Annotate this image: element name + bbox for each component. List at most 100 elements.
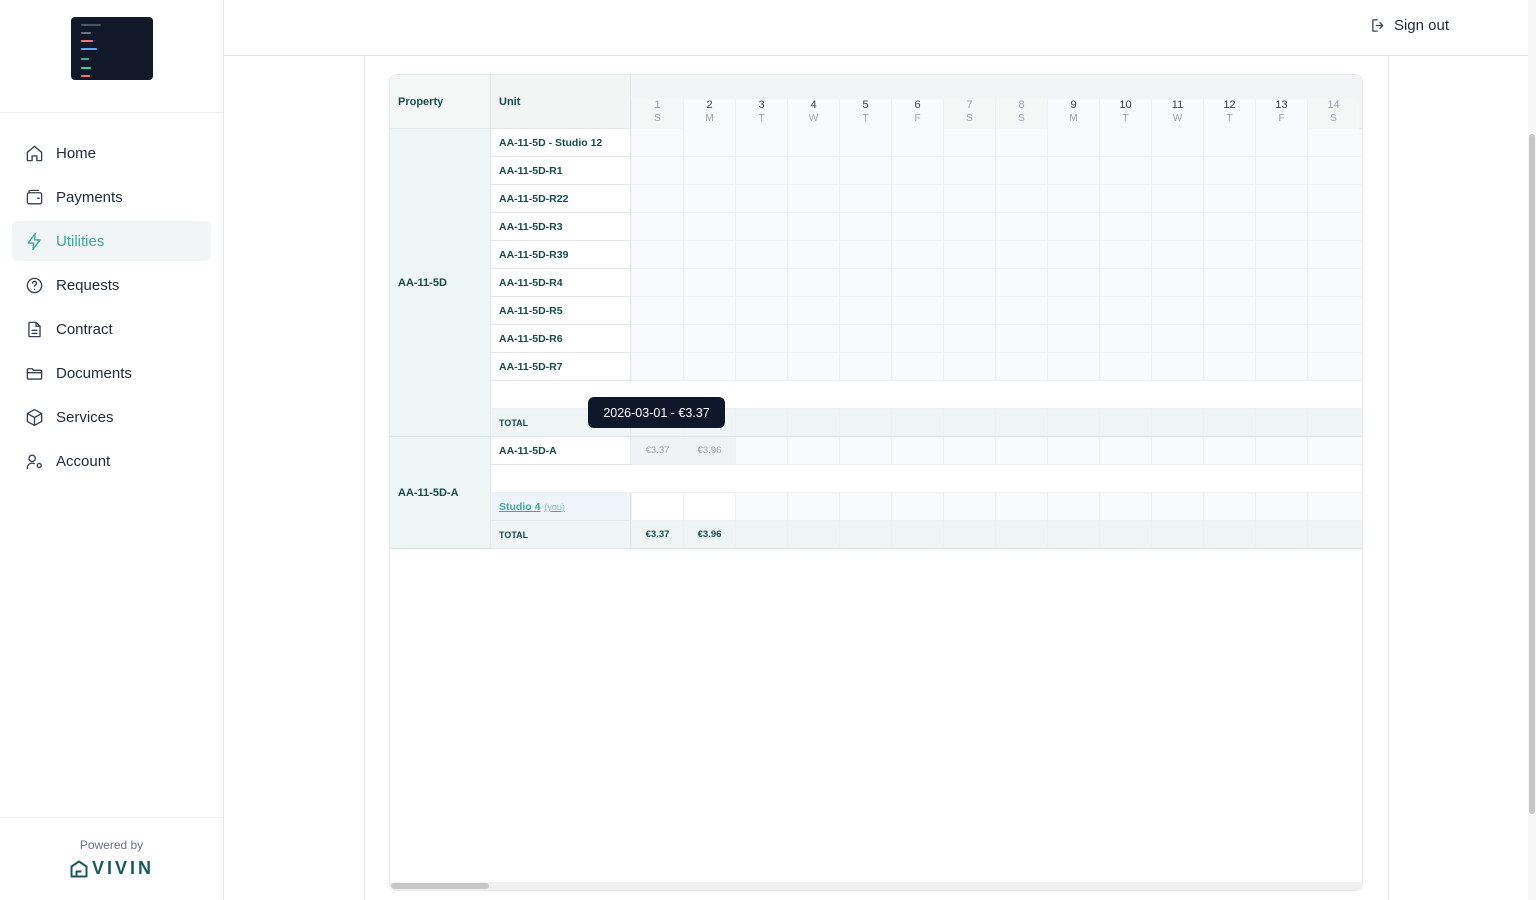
day-cell[interactable] <box>1307 353 1359 380</box>
day-cell[interactable] <box>787 213 839 240</box>
day-cell[interactable] <box>1099 353 1151 380</box>
day-cell[interactable] <box>735 129 787 156</box>
day-cell[interactable] <box>839 129 891 156</box>
day-cell[interactable] <box>1151 493 1203 520</box>
day-cell[interactable] <box>787 437 839 464</box>
day-cell[interactable] <box>1203 409 1255 436</box>
day-cell[interactable] <box>1203 521 1255 548</box>
day-cell[interactable] <box>943 157 995 184</box>
day-cell[interactable] <box>891 437 943 464</box>
my-unit-link[interactable]: Studio 4 (you) <box>491 493 631 521</box>
day-cell[interactable] <box>995 241 1047 268</box>
day-cell[interactable] <box>1307 493 1359 520</box>
day-cell[interactable] <box>943 409 995 436</box>
unit-cell[interactable]: AA-11-5D-R1 <box>491 157 631 185</box>
day-cell[interactable] <box>631 493 683 520</box>
day-cell[interactable] <box>1203 437 1255 464</box>
day-cell[interactable] <box>735 157 787 184</box>
day-cell[interactable] <box>891 325 943 352</box>
day-cell[interactable] <box>787 325 839 352</box>
day-cell[interactable] <box>891 213 943 240</box>
day-cell[interactable] <box>787 129 839 156</box>
day-cell[interactable] <box>995 353 1047 380</box>
day-cell[interactable] <box>1151 129 1203 156</box>
day-cell[interactable] <box>735 297 787 324</box>
day-cell[interactable] <box>1255 157 1307 184</box>
day-cell[interactable] <box>1047 241 1099 268</box>
day-cell[interactable]: €3.96 <box>683 437 735 464</box>
day-cell[interactable] <box>839 409 891 436</box>
day-cell[interactable] <box>683 241 735 268</box>
day-cell[interactable] <box>1151 325 1203 352</box>
day-cell[interactable] <box>839 493 891 520</box>
day-cell[interactable] <box>683 213 735 240</box>
day-cell[interactable] <box>787 297 839 324</box>
day-cell[interactable] <box>735 493 787 520</box>
day-cell[interactable] <box>1255 353 1307 380</box>
day-cell[interactable] <box>995 325 1047 352</box>
day-cell[interactable] <box>1099 297 1151 324</box>
day-cell[interactable] <box>891 185 943 212</box>
day-cell[interactable] <box>1047 521 1099 548</box>
day-cell[interactable] <box>1307 269 1359 296</box>
day-cell[interactable] <box>631 157 683 184</box>
day-cell[interactable] <box>1047 213 1099 240</box>
day-cell[interactable] <box>683 297 735 324</box>
day-cell[interactable] <box>683 157 735 184</box>
day-cell[interactable] <box>1047 129 1099 156</box>
day-cell[interactable] <box>995 437 1047 464</box>
day-cell[interactable] <box>1047 185 1099 212</box>
sidebar-item-requests[interactable]: Requests <box>12 265 211 305</box>
unit-cell[interactable]: AA-11-5D-R4 <box>491 269 631 297</box>
day-cell[interactable] <box>735 241 787 268</box>
day-cell[interactable] <box>1099 493 1151 520</box>
day-cell[interactable] <box>891 521 943 548</box>
day-cell[interactable] <box>1203 493 1255 520</box>
day-cell[interactable] <box>995 521 1047 548</box>
day-cell[interactable] <box>1255 325 1307 352</box>
day-cell[interactable] <box>1047 437 1099 464</box>
day-cell[interactable] <box>891 157 943 184</box>
day-cell[interactable] <box>995 129 1047 156</box>
day-cell[interactable] <box>1151 353 1203 380</box>
horizontal-scrollbar-thumb[interactable] <box>391 883 489 889</box>
day-cell[interactable] <box>683 353 735 380</box>
day-cell[interactable] <box>995 213 1047 240</box>
day-cell[interactable] <box>1099 269 1151 296</box>
day-cell[interactable] <box>995 157 1047 184</box>
day-cell[interactable] <box>995 185 1047 212</box>
day-cell[interactable] <box>787 157 839 184</box>
day-cell[interactable] <box>1099 521 1151 548</box>
day-cell[interactable] <box>1099 185 1151 212</box>
day-cell[interactable] <box>1255 129 1307 156</box>
day-cell[interactable] <box>1203 353 1255 380</box>
day-cell[interactable] <box>1151 213 1203 240</box>
day-cell[interactable] <box>943 325 995 352</box>
day-cell[interactable] <box>1203 129 1255 156</box>
day-cell[interactable] <box>1099 157 1151 184</box>
sidebar-item-services[interactable]: Services <box>12 397 211 437</box>
day-cell[interactable] <box>891 241 943 268</box>
day-cell[interactable] <box>1151 521 1203 548</box>
day-cell[interactable] <box>1203 185 1255 212</box>
day-cell[interactable] <box>943 269 995 296</box>
day-cell[interactable] <box>787 493 839 520</box>
day-cell[interactable] <box>1151 185 1203 212</box>
vertical-scrollbar[interactable] <box>1528 0 1536 900</box>
vertical-scrollbar-thumb[interactable] <box>1529 134 1535 814</box>
day-cell[interactable] <box>735 185 787 212</box>
day-cell[interactable] <box>787 353 839 380</box>
day-cell[interactable] <box>1307 157 1359 184</box>
day-cell[interactable] <box>1047 297 1099 324</box>
day-cell[interactable] <box>1203 241 1255 268</box>
unit-cell[interactable]: AA-11-5D-R22 <box>491 185 631 213</box>
day-cell[interactable] <box>1203 213 1255 240</box>
day-cell[interactable] <box>839 297 891 324</box>
day-cell[interactable] <box>735 521 787 548</box>
day-cell[interactable] <box>1255 297 1307 324</box>
day-cell[interactable] <box>631 241 683 268</box>
day-cell[interactable] <box>943 493 995 520</box>
sign-out-button[interactable]: Sign out <box>1370 17 1449 34</box>
day-cell[interactable] <box>943 437 995 464</box>
day-cell[interactable] <box>1151 269 1203 296</box>
